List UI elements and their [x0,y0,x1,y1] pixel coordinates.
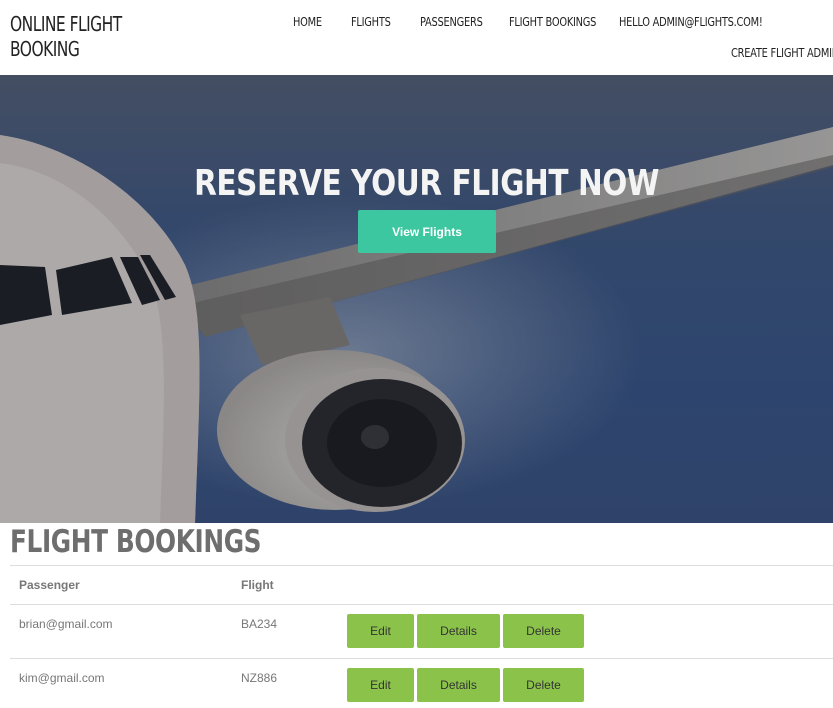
bookings-title: FLIGHT BOOKINGS [10,524,262,560]
nav-create-admin[interactable]: CREATE FLIGHT ADMIN [731,46,833,60]
table-row: brian@gmail.com BA234 Edit Details Delet… [10,604,833,658]
column-header-flight: Flight [241,578,274,592]
nav-home[interactable]: HOME [293,15,322,29]
flight-cell: BA234 [241,617,278,631]
column-header-passenger: Passenger [19,578,80,592]
nav-user-greeting[interactable]: HELLO ADMIN@FLIGHTS.COM! [619,15,763,29]
table-row: kim@gmail.com NZ886 Edit Details Delete [10,658,833,708]
table-header-row: Passenger Flight [10,565,833,604]
flight-cell: NZ886 [241,671,278,685]
nav-passengers[interactable]: PASSENGERS [420,15,483,29]
edit-button[interactable]: Edit [347,614,414,648]
details-button[interactable]: Details [417,668,500,702]
edit-button[interactable]: Edit [347,668,414,702]
site-header: ONLINE FLIGHT BOOKING HOME FLIGHTS PASSE… [0,0,833,75]
details-button[interactable]: Details [417,614,500,648]
brand-line-2: BOOKING [10,37,80,61]
brand-logo[interactable]: ONLINE FLIGHT BOOKING [10,12,130,62]
delete-button[interactable]: Delete [503,668,584,702]
hero-title: RESERVE YOUR FLIGHT NOW [194,163,660,204]
nav-flights[interactable]: FLIGHTS [351,15,391,29]
hero-overlay [0,75,833,523]
brand-line-1: ONLINE FLIGHT [10,12,122,36]
delete-button[interactable]: Delete [503,614,584,648]
nav-flight-bookings[interactable]: FLIGHT BOOKINGS [509,15,596,29]
view-flights-button[interactable]: View Flights [358,210,496,253]
bookings-table: Passenger Flight brian@gmail.com BA234 E… [10,565,833,708]
passenger-cell: kim@gmail.com [19,671,105,685]
passenger-cell: brian@gmail.com [19,617,113,631]
hero-banner: RESERVE YOUR FLIGHT NOW View Flights [0,75,833,523]
